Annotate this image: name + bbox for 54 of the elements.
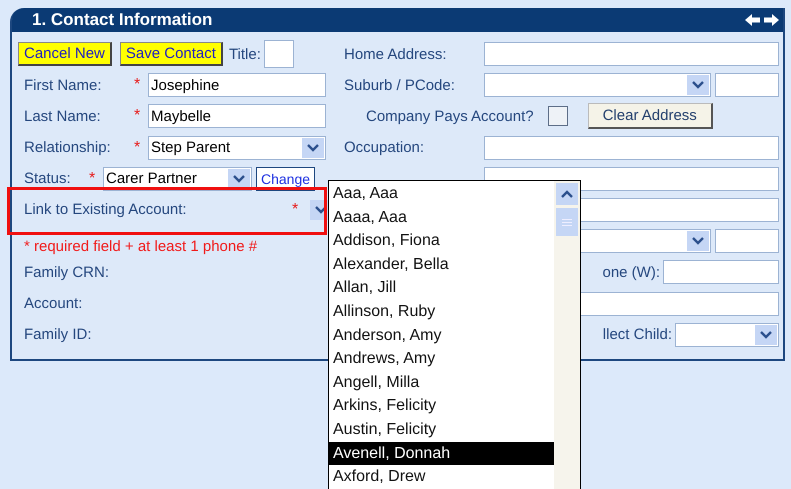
scroll-thumb[interactable] xyxy=(556,208,578,236)
field-label: Title: xyxy=(228,46,261,62)
required-note: * required field + at least 1 phone # xyxy=(23,238,258,256)
dropdown-option[interactable]: Alexander, Bella xyxy=(329,252,554,276)
dropdown-option[interactable]: Aaaa, Aaa xyxy=(329,206,554,230)
required-mark: * xyxy=(134,76,142,94)
required-mark: * xyxy=(89,170,96,188)
text-field[interactable] xyxy=(663,260,779,284)
select-field[interactable] xyxy=(484,73,711,98)
scroll-up-icon[interactable] xyxy=(556,183,578,205)
field-label: Home Address: xyxy=(344,46,448,62)
text-field[interactable] xyxy=(484,42,779,66)
text-field[interactable]: Maybelle xyxy=(148,104,326,128)
field-label: Company Pays Account? xyxy=(365,108,534,125)
text-field[interactable] xyxy=(484,136,779,160)
dropdown-option[interactable]: Avenell, Donnah xyxy=(329,442,554,466)
dropdown-option[interactable]: Angell, Milla xyxy=(329,370,554,394)
dropdown-option[interactable]: Andrews, Amy xyxy=(329,347,554,371)
required-mark: * xyxy=(134,138,142,157)
text-field[interactable]: Josephine xyxy=(148,73,326,98)
required-mark: * xyxy=(134,107,142,126)
field-label: Account: xyxy=(23,295,84,312)
dropdown-option[interactable]: Arkins, Felicity xyxy=(329,394,554,418)
field-label: one (W): xyxy=(602,264,661,281)
field-label: Status: xyxy=(23,170,72,188)
field-label: llect Child: xyxy=(602,326,673,344)
field-label: Family ID: xyxy=(23,326,92,344)
field-label: Suburb / PCode: xyxy=(344,76,456,94)
dropdown-option[interactable]: Aaa, Aaa xyxy=(329,182,554,206)
select-field[interactable] xyxy=(675,322,779,347)
field-label: Relationship: xyxy=(23,139,112,156)
field-label: First Name: xyxy=(23,76,103,94)
code-field[interactable] xyxy=(715,73,779,98)
dropdown-option[interactable]: Allan, Jill xyxy=(329,276,554,300)
required-mark: * xyxy=(292,200,300,219)
scrollbar[interactable] xyxy=(554,181,580,489)
dropdown-option[interactable]: Addison, Fiona xyxy=(329,229,554,253)
toolbar-button[interactable]: Save Contact xyxy=(120,42,223,66)
dropdown-option[interactable]: Allinson, Ruby xyxy=(329,300,554,324)
clear-address-button[interactable]: Clear Address xyxy=(588,103,713,130)
title-field[interactable] xyxy=(264,40,294,68)
field-label: Occupation: xyxy=(344,139,426,156)
checkbox[interactable] xyxy=(548,106,568,126)
panel-title: 1. Contact Information xyxy=(32,10,212,30)
dropdown-option[interactable]: Axford, Drew xyxy=(329,465,554,489)
toolbar-button[interactable]: Cancel New xyxy=(18,42,112,66)
field-label: Last Name: xyxy=(23,108,102,125)
dropdown-option[interactable]: Anderson, Amy xyxy=(329,324,554,348)
dropdown-option[interactable]: Austin, Felicity xyxy=(329,418,554,442)
field-label: Link to Existing Account: xyxy=(23,201,188,218)
select-field[interactable]: Step Parent xyxy=(148,136,326,160)
field-label: Family CRN: xyxy=(23,264,110,281)
code-field[interactable] xyxy=(715,229,779,254)
left-right-arrows-icon[interactable] xyxy=(745,13,779,27)
